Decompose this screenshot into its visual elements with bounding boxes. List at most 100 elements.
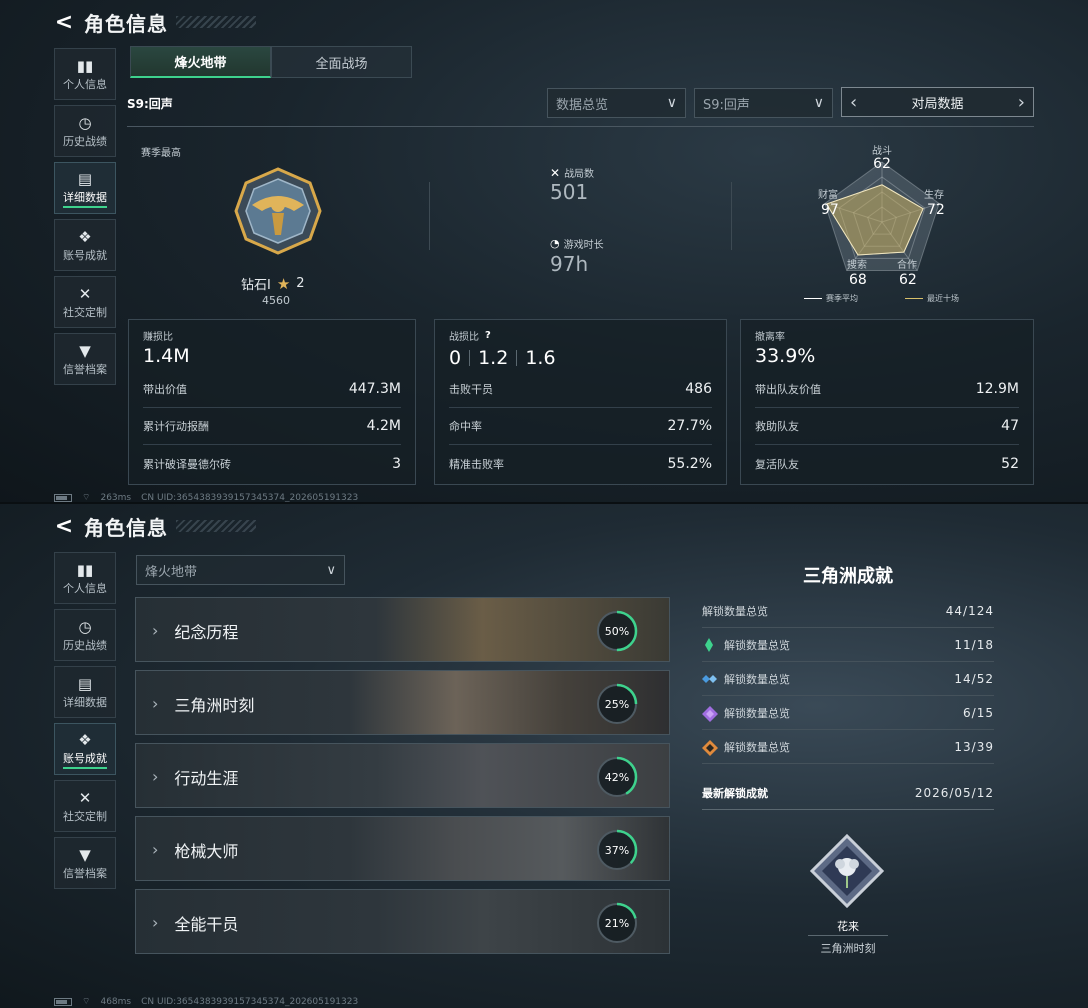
- back-arrow-icon[interactable]: <: [54, 514, 74, 539]
- summary-row-total: 解锁数量总览 44/124: [702, 594, 994, 628]
- mode-dropdown[interactable]: 烽火地带 ∨: [136, 555, 345, 585]
- chevron-down-icon: ∨: [666, 95, 677, 111]
- chevron-right-icon: ›: [152, 694, 159, 713]
- season-label: S9:回声: [127, 97, 173, 111]
- season-dropdown[interactable]: S9:回声 ∨: [694, 88, 833, 118]
- battles-caption: ✕ 战局数: [550, 165, 595, 181]
- overview-dropdown[interactable]: 数据总览 ∨: [547, 88, 686, 118]
- summary-row: 解锁数量总览 11/18: [702, 628, 994, 662]
- banner-label: › 全能干员: [152, 890, 239, 953]
- sidebar-item-history[interactable]: ◷ 历史战绩: [54, 609, 116, 661]
- stat-row: 精准击败率 55.2%: [449, 455, 712, 472]
- divider-line: [429, 182, 430, 250]
- header-decoration: [176, 520, 256, 532]
- achievements-panel: < 角色信息 ▮▮ 个人信息 ◷ 历史战绩 ▤ 详细数据 ❖ 账号成就 ✕ 社交定制 ▼ 信…: [0, 504, 1088, 1008]
- sidebar-item-details[interactable]: ▤ 详细数据: [54, 666, 116, 718]
- legend-recent: 最近十场: [905, 293, 959, 304]
- playtime-value: 97h: [550, 252, 589, 276]
- battery-icon: [54, 997, 72, 1006]
- bar-chart-icon: ▮▮: [76, 561, 94, 579]
- green-gem-icon: [702, 637, 716, 652]
- battery-icon: [54, 493, 72, 502]
- chevron-right-icon: ›: [152, 621, 159, 640]
- stat-row: 复活队友 52: [755, 455, 1019, 472]
- progress-ring: 42%: [596, 756, 638, 798]
- achievement-category-banner[interactable]: › 枪械大师 37%: [135, 816, 670, 881]
- stat-row: 救助队友 47: [755, 408, 1019, 445]
- page-title: 角色信息: [84, 515, 168, 540]
- page-title: 角色信息: [84, 11, 168, 36]
- back-arrow-icon[interactable]: <: [54, 10, 74, 35]
- radar-axis-label: 合作: [897, 260, 917, 271]
- summary-row: 解锁数量总览 14/52: [702, 662, 994, 696]
- sidebar-item-profile[interactable]: ▮▮ 个人信息: [54, 48, 116, 100]
- banner-label: › 纪念历程: [152, 598, 239, 661]
- sidebar-item-achievements[interactable]: ❖ 账号成就: [54, 219, 116, 271]
- blue-gem-icon: [702, 672, 717, 686]
- medal-icon: ❖: [78, 228, 92, 246]
- banner-label: › 枪械大师: [152, 817, 238, 880]
- progress-percent: 50%: [605, 625, 629, 638]
- header-decoration: [176, 16, 256, 28]
- tab-warfare[interactable]: 全面战场: [271, 46, 412, 78]
- sidebar-item-achievements[interactable]: ❖ 账号成就: [54, 723, 116, 775]
- sidebar-item-credit[interactable]: ▼ 信誉档案: [54, 837, 116, 889]
- progress-percent: 25%: [605, 698, 629, 711]
- sidebar-item-details[interactable]: ▤ 详细数据: [54, 162, 116, 214]
- summary-row: 解锁数量总览 6/15: [702, 696, 994, 730]
- chevron-right-icon: ›: [152, 767, 159, 786]
- help-icon[interactable]: ?: [485, 330, 491, 341]
- sidebar-item-social[interactable]: ✕ 社交定制: [54, 276, 116, 328]
- category-name: 全能干员: [174, 914, 239, 934]
- clock-icon: ◷: [78, 618, 92, 636]
- achievement-category-banner[interactable]: › 全能干员 21%: [135, 889, 670, 954]
- achievement-category-banner[interactable]: › 三角洲时刻 25%: [135, 670, 670, 735]
- achievement-category-banner[interactable]: › 纪念历程 50%: [135, 597, 670, 662]
- chevron-left-icon[interactable]: ‹: [850, 92, 857, 113]
- kd-card: 战损比? 0 1.2 1.6 击败干员 486 命中率 27.7% 精准击败率 55.…: [434, 319, 727, 485]
- banner-label: › 三角洲时刻: [152, 671, 254, 734]
- sidebar-item-profile[interactable]: ▮▮ 个人信息: [54, 552, 116, 604]
- radar-axis-value: 97: [821, 202, 839, 218]
- tools-icon: ✕: [78, 789, 92, 807]
- sidebar-item-credit[interactable]: ▼ 信誉档案: [54, 333, 116, 385]
- stat-row: 命中率 27.7%: [449, 408, 712, 445]
- battles-value: 501: [550, 180, 589, 204]
- progress-percent: 42%: [605, 771, 629, 784]
- banner-label: › 行动生涯: [152, 744, 239, 807]
- divider-line: [731, 182, 732, 250]
- flower-achievement-badge-icon[interactable]: [810, 834, 884, 908]
- radar-axis-label: 战斗: [872, 146, 892, 157]
- chevron-right-icon[interactable]: ›: [1018, 92, 1025, 113]
- stat-row: 带出队友价值 12.9M: [755, 371, 1019, 408]
- clock-icon: ◷: [78, 114, 92, 132]
- stat-row: 累计破译曼德尔砖 3: [143, 455, 401, 472]
- divider-line: [808, 935, 888, 936]
- radar-axis-value: 62: [899, 272, 917, 288]
- purple-gem-icon: [702, 705, 718, 722]
- sidebar-item-history[interactable]: ◷ 历史战绩: [54, 105, 116, 157]
- bar-chart-icon: ▮▮: [76, 57, 94, 75]
- extraction-card: 撤离率 33.9% 带出队友价值 12.9M 救助队友 47 复活队友 52: [740, 319, 1034, 485]
- chevron-down-icon: ∨: [813, 95, 824, 111]
- status-footer: ⌔ 468ms CN UID:3654383939157345374_20260…: [54, 996, 358, 1007]
- legend-swatch: [804, 298, 822, 299]
- star-icon: ★: [276, 274, 291, 293]
- category-name: 行动生涯: [174, 768, 239, 788]
- radar-axis-value: 68: [849, 272, 867, 288]
- achievement-category-banner[interactable]: › 行动生涯 42%: [135, 743, 670, 808]
- chevron-down-icon: ∨: [326, 562, 336, 578]
- radar-axis-label: 搜索: [847, 260, 867, 271]
- sidebar: ▮▮ 个人信息 ◷ 历史战绩 ▤ 详细数据 ❖ 账号成就 ✕ 社交定制 ▼ 信誉档案: [54, 48, 116, 390]
- radar-axis-label: 生存: [924, 190, 944, 201]
- legend-average: 赛季平均: [804, 293, 858, 304]
- tab-extraction[interactable]: 烽火地带: [130, 46, 271, 78]
- wifi-icon: ⌔: [82, 997, 91, 1007]
- stat-row: 带出价值 447.3M: [143, 371, 401, 408]
- category-name: 纪念历程: [174, 622, 239, 642]
- orange-gem-icon: [702, 739, 718, 756]
- progress-ring: 25%: [596, 683, 638, 725]
- folder-icon: ▤: [77, 675, 93, 693]
- stats-panel: < 角色信息 ▮▮ 个人信息 ◷ 历史战绩 ▤ 详细数据 ❖ 账号成就 ✕ 社交定制 ▼ 信…: [0, 0, 1088, 504]
- sidebar-item-social[interactable]: ✕ 社交定制: [54, 780, 116, 832]
